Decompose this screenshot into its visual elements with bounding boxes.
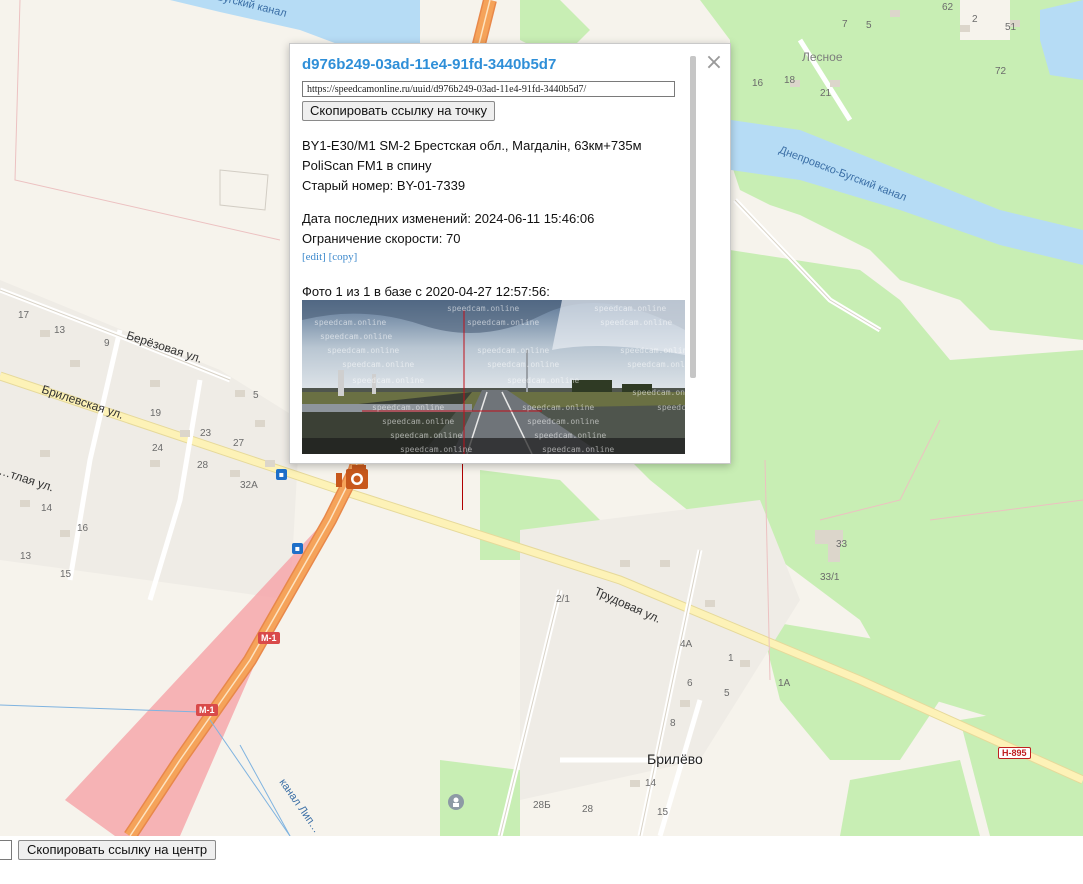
house-number: 33/1 (820, 572, 840, 583)
photo-watermark: speedcam.online (542, 445, 615, 454)
photo-watermark: speedcam.online (372, 403, 445, 412)
photo-watermark: speedcam.online (627, 360, 685, 369)
house-number: 7 (842, 19, 848, 30)
house-number: 13 (54, 325, 66, 336)
bottom-toolbar: Скопировать ссылку на центр (0, 836, 1083, 884)
house-number: 14 (41, 503, 53, 514)
edit-link[interactable]: [edit] (302, 251, 326, 263)
road-shield-m1: М-1 (258, 632, 280, 644)
house-number: 17 (18, 310, 30, 321)
photo-watermark: speedcam.online (390, 431, 463, 440)
house-number: 28 (582, 804, 594, 815)
house-number: 16 (752, 78, 764, 89)
house-number: 8 (670, 718, 676, 729)
photo-watermark: speedcam.online (632, 388, 685, 397)
photo-watermark: speedcam.online (507, 376, 580, 385)
house-number: 1А (778, 678, 791, 689)
camera-description-line1: BY1-E30/M1 SM-2 Брестская обл., Магдалін… (302, 138, 642, 153)
photo-watermark: speedcam.online (342, 360, 415, 369)
road-shield-h895: Н-895 (998, 747, 1031, 759)
house-number: 15 (60, 569, 72, 580)
house-number: 32А (240, 480, 258, 491)
house-number: 23 (200, 428, 212, 439)
photo-watermark: speedcam.online (477, 346, 550, 355)
photo-caption: Фото 1 из 1 в базе с 2020-04-27 12:57:56… (302, 284, 550, 299)
house-number: 28 (197, 460, 209, 471)
house-number: 33 (836, 539, 848, 550)
photo-watermark: speedcam.online (620, 346, 685, 355)
photo-watermark: speedcam.online (382, 417, 455, 426)
bus-stop-icon[interactable]: ▪ (292, 543, 303, 554)
house-number: 51 (1005, 22, 1017, 33)
house-number: 72 (995, 66, 1007, 77)
center-link-input[interactable] (0, 840, 12, 860)
house-number: 28Б (533, 800, 551, 811)
house-number: 6 (687, 678, 693, 689)
photo-watermark: speedcam.online (487, 360, 560, 369)
house-number: 19 (150, 408, 162, 419)
house-number: 5 (253, 390, 259, 401)
bus-stop-icon[interactable]: ▪ (276, 469, 287, 480)
house-number: 27 (233, 438, 245, 449)
copy-point-link-button[interactable]: Скопировать ссылку на точку (302, 101, 496, 121)
house-number: 5 (724, 688, 730, 699)
photo-watermark: speedcam.online (534, 431, 607, 440)
speed-limit: Ограничение скорости: 70 (302, 231, 461, 246)
house-number: 24 (152, 443, 164, 454)
photo-watermark: speedcam.online (522, 403, 595, 412)
place-label-brilevo: Брилёво (647, 751, 703, 767)
house-number: 2/1 (556, 594, 570, 605)
photo-watermark: speedcam.online (320, 332, 393, 341)
photo-watermark: speedcam.online (657, 403, 685, 412)
popup-scrollbar[interactable] (690, 56, 696, 378)
camera-old-number: Старый номер: BY-01-7339 (302, 178, 466, 193)
photo-watermark: speedcam.online (327, 346, 400, 355)
photo-watermark: speedcam.online (352, 376, 425, 385)
house-number: 21 (820, 88, 832, 99)
copy-link[interactable]: [copy] (329, 251, 358, 263)
camera-model: PoliScan FM1 в спину (302, 158, 432, 173)
house-number: 62 (942, 2, 954, 13)
road-shield-m1: М-1 (196, 704, 218, 716)
house-number: 4А (680, 639, 693, 650)
photo-watermark: speedcam.online (467, 318, 540, 327)
church-icon[interactable] (448, 794, 464, 810)
camera-photo[interactable]: speedcam.online speedcam.online speedcam… (302, 300, 685, 454)
house-number: 14 (645, 778, 657, 789)
copy-center-link-button[interactable]: Скопировать ссылку на центр (18, 840, 217, 860)
photo-watermark: speedcam.online (594, 304, 667, 313)
map-view[interactable]: …Бугский канал Днепровско-Бугский канал … (0, 0, 1083, 836)
house-number: 16 (77, 523, 89, 534)
edit-copy-links: [edit] [copy] (302, 251, 357, 263)
house-number: 13 (20, 551, 32, 562)
house-number: 1 (728, 653, 734, 664)
photo-watermark: speedcam.online (527, 417, 600, 426)
house-number: 9 (104, 338, 110, 349)
camera-url-field[interactable] (302, 81, 675, 97)
camera-uuid-title[interactable]: d976b249-03ad-11e4-91fd-3440b5d7 (302, 56, 556, 73)
house-number: 2 (972, 14, 978, 25)
last-changed-date: Дата последних изменений: 2024-06-11 15:… (302, 211, 595, 226)
house-number: 18 (784, 75, 796, 86)
camera-info-popup: × d976b249-03ad-11e4-91fd-3440b5d7 Скопи… (289, 43, 731, 464)
photo-watermark: speedcam.online (400, 445, 473, 454)
photo-watermark: speedcam.online (600, 318, 673, 327)
photo-watermark: speedcam.online (314, 318, 387, 327)
close-icon[interactable]: × (704, 52, 724, 74)
speed-camera-marker-icon[interactable] (334, 463, 370, 491)
photo-watermark: speedcam.online (447, 304, 520, 313)
place-label-lesnoe: Лесное (802, 50, 843, 64)
house-number: 15 (657, 807, 669, 818)
house-number: 5 (866, 20, 872, 31)
